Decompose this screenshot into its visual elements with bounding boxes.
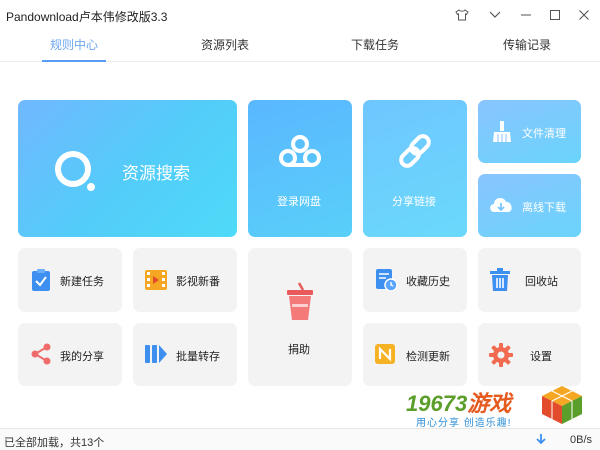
tab-bar: 规则中心 资源列表 下载任务 传输记录 xyxy=(0,32,600,62)
history-icon xyxy=(376,269,398,292)
film-icon xyxy=(145,270,167,290)
file-clean-label: 文件清理 xyxy=(522,128,566,140)
batch-transfer-label: 批量转存 xyxy=(176,351,220,363)
gear-icon xyxy=(489,343,513,367)
login-netdisk-label: 登录网盘 xyxy=(277,196,321,208)
minimize-button[interactable] xyxy=(516,5,536,25)
maximize-icon xyxy=(550,10,560,20)
settings-tile[interactable]: 设置 xyxy=(478,323,581,386)
download-arrow-icon xyxy=(536,434,546,445)
minimize-icon xyxy=(521,14,531,16)
share-link-label: 分享链接 xyxy=(392,196,436,208)
download-speed: 0B/s xyxy=(569,434,592,446)
recycle-bin-tile[interactable]: 回收站 xyxy=(478,248,581,312)
tab-transfer-records[interactable]: 传输记录 xyxy=(492,36,562,62)
skin-button[interactable] xyxy=(452,5,472,25)
share-link-tile[interactable]: 分享链接 xyxy=(363,100,467,237)
link-icon xyxy=(399,134,431,168)
cloud-download-icon xyxy=(490,198,512,212)
watermark-brand-number: 19673 xyxy=(406,391,468,416)
update-icon xyxy=(375,344,395,364)
movies-label: 影视新番 xyxy=(176,276,220,288)
my-share-label: 我的分享 xyxy=(60,351,104,363)
clipboard-check-icon xyxy=(32,269,50,291)
trash-icon xyxy=(490,268,510,291)
new-task-tile[interactable]: 新建任务 xyxy=(18,248,122,312)
resource-search-tile[interactable]: 资源搜索 xyxy=(18,100,237,237)
baidu-cloud-icon xyxy=(279,135,321,167)
share-icon xyxy=(31,343,51,365)
offline-download-tile[interactable]: 离线下载 xyxy=(478,174,581,237)
status-bar: 已全部加载，共13个 0B/s xyxy=(0,428,600,450)
file-clean-tile[interactable]: 文件清理 xyxy=(478,100,581,163)
chevron-down-icon xyxy=(489,11,501,18)
recycle-bin-label: 回收站 xyxy=(525,276,558,288)
close-icon xyxy=(579,10,589,20)
tab-download-tasks[interactable]: 下载任务 xyxy=(340,36,410,62)
watermark-logo: 19673游戏 用心分享 创造乐趣! xyxy=(404,384,600,430)
favorites-history-label: 收藏历史 xyxy=(406,276,450,288)
maximize-button[interactable] xyxy=(545,5,565,25)
load-status: 已全部加载，共13个 xyxy=(4,437,105,449)
tab-rules-center[interactable]: 规则中心 xyxy=(42,36,106,62)
cup-icon xyxy=(287,282,313,320)
batch-save-icon xyxy=(145,345,167,363)
donate-label: 捐助 xyxy=(288,344,310,356)
check-update-tile[interactable]: 检测更新 xyxy=(363,323,467,386)
watermark-brand-word: 游戏 xyxy=(467,391,512,416)
favorites-history-tile[interactable]: 收藏历史 xyxy=(363,248,467,312)
shirt-icon xyxy=(455,9,469,21)
app-title: Pandownload卢本伟修改版3.3 xyxy=(6,10,168,24)
title-bar: Pandownload卢本伟修改版3.3 xyxy=(0,0,600,30)
offline-download-label: 离线下载 xyxy=(522,202,566,214)
broom-icon xyxy=(493,121,511,142)
cube-logo-icon xyxy=(542,386,582,424)
search-icon xyxy=(55,151,95,191)
tab-resource-list[interactable]: 资源列表 xyxy=(190,36,260,62)
movies-tile[interactable]: 影视新番 xyxy=(133,248,237,312)
check-update-label: 检测更新 xyxy=(406,351,450,363)
settings-label: 设置 xyxy=(530,351,552,363)
new-task-label: 新建任务 xyxy=(60,276,104,288)
donate-tile[interactable]: 捐助 xyxy=(248,248,352,386)
menu-dropdown-button[interactable] xyxy=(485,5,505,25)
watermark-slogan: 用心分享 创造乐趣! xyxy=(416,418,512,429)
batch-transfer-tile[interactable]: 批量转存 xyxy=(133,323,237,386)
resource-search-label: 资源搜索 xyxy=(122,164,190,183)
login-netdisk-tile[interactable]: 登录网盘 xyxy=(248,100,352,237)
close-button[interactable] xyxy=(574,5,594,25)
my-share-tile[interactable]: 我的分享 xyxy=(18,323,122,386)
